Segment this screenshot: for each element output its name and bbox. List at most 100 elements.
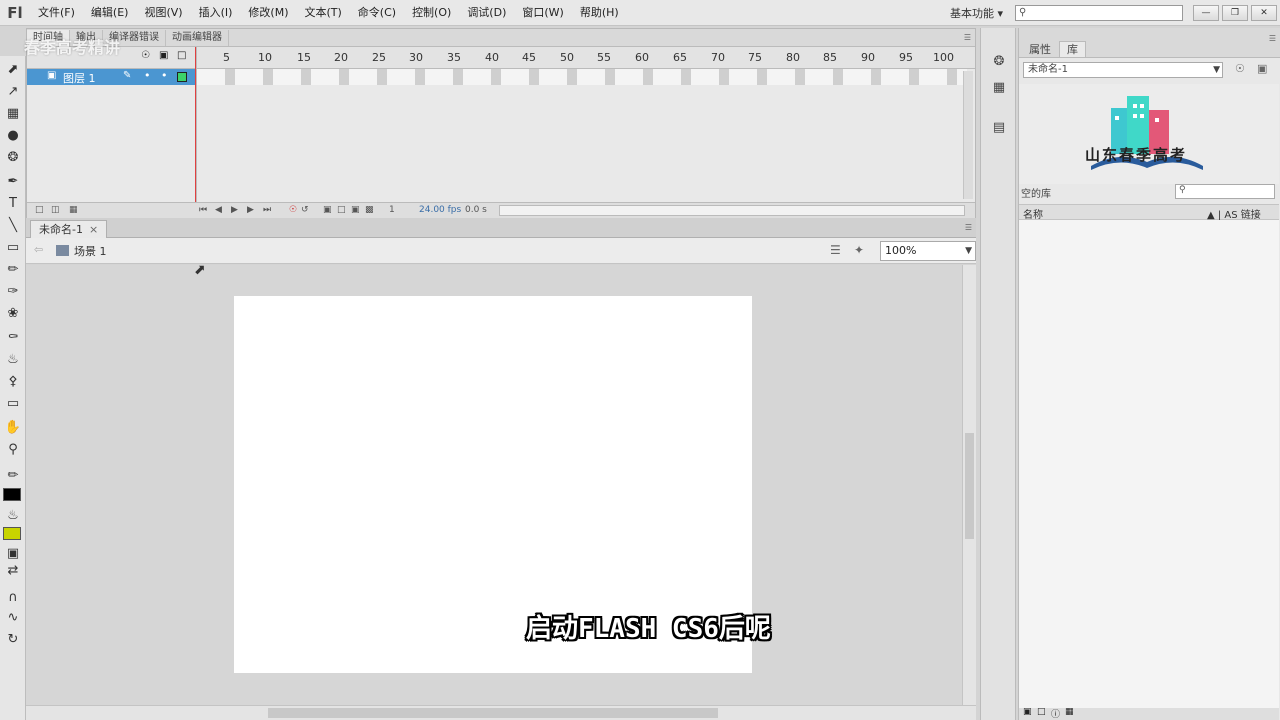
visible-dot-icon[interactable]: • [144,69,151,82]
delete-layer-icon[interactable]: ▦ [69,205,78,215]
pencil-tool-icon[interactable]: ✏ [3,260,23,278]
subselection-tool-icon[interactable]: ↗ [3,82,23,100]
rectangle-tool-icon[interactable]: ▭ [3,238,23,256]
text-tool-icon[interactable]: T [3,194,23,212]
bone-tool-icon[interactable]: ⚰ [3,328,23,346]
help-search-input[interactable]: ⚲ [1015,4,1183,21]
panel-menu-icon[interactable]: ☰ [965,223,972,232]
panel-menu-icon[interactable]: ☰ [1269,34,1276,43]
onion-outline-icon[interactable]: □ [337,205,346,215]
align-panel-icon[interactable]: ▤ [989,118,1009,136]
swatches-panel-icon[interactable]: ▦ [989,78,1009,96]
smooth-icon[interactable]: ∿ [3,608,23,626]
tab-motion-editor[interactable]: 动画编辑器 [166,30,229,46]
center-frame-icon[interactable]: ☉ [289,205,297,215]
menu-edit[interactable]: 编辑(E) [83,0,137,26]
menu-commands[interactable]: 命令(C) [350,0,404,26]
library-document-select[interactable]: 未命名-1 ▼ [1023,62,1223,78]
column-name[interactable]: 名称 [1023,206,1043,221]
color-panel-icon[interactable]: ❂ [989,52,1009,70]
close-window-button[interactable]: ✕ [1251,4,1277,21]
show-hide-icon[interactable]: ☉ [141,50,150,61]
onion-markers-icon[interactable]: ▩ [365,205,374,215]
pasteboard[interactable] [26,265,962,705]
menu-control[interactable]: 控制(O) [404,0,459,26]
lasso-tool-icon[interactable]: ❂ [3,148,23,166]
pin-library-icon[interactable]: ☉ [1235,62,1245,75]
document-tab[interactable]: 未命名-1 × [30,220,108,238]
back-arrow-icon[interactable]: ⇦ [34,243,43,256]
zoom-select[interactable]: 100% ▼ [880,241,976,261]
frame-rate[interactable]: 24.00 fps [419,205,461,215]
tab-properties[interactable]: 属性 [1021,41,1059,57]
last-frame-icon[interactable]: ⏭ [263,205,271,215]
menu-modify[interactable]: 修改(M) [240,0,296,26]
new-folder-icon[interactable]: □ [1037,707,1046,717]
workspace-switcher[interactable]: 基本功能 ▾ [950,5,1003,21]
unlock-dot-icon[interactable]: • [161,69,168,82]
snap-magnet-icon[interactable]: ∩ [3,588,23,606]
menu-help[interactable]: 帮助(H) [572,0,627,26]
new-layer-icon[interactable]: □ [35,205,44,215]
free-transform-tool-icon[interactable]: ▦ [3,104,23,122]
menu-text[interactable]: 文本(T) [296,0,349,26]
column-as-linkage[interactable]: ▲ | AS 链接 [1207,206,1261,221]
paint-bucket-tool-icon[interactable]: ♨ [3,350,23,368]
stage-vertical-scrollbar[interactable] [962,265,976,705]
outline-icon[interactable]: □ [177,50,186,61]
new-folder-icon[interactable]: ◫ [51,205,60,215]
stroke-color-swatch[interactable] [3,488,21,501]
black-white-icon[interactable]: ▣ [3,544,23,562]
zoom-tool-icon[interactable]: ⚲ [3,440,23,458]
panel-menu-icon[interactable]: ☰ [964,33,971,42]
menu-file[interactable]: 文件(F) [30,0,83,26]
restore-button[interactable]: ❐ [1222,4,1248,21]
fill-color-icon[interactable]: ♨ [3,506,23,524]
next-frame-icon[interactable]: ▶ [247,205,254,215]
straighten-icon[interactable]: ↻ [3,630,23,648]
edit-symbols-icon[interactable]: ✦ [854,243,872,259]
fill-color-swatch[interactable] [3,527,21,540]
loop-icon[interactable]: ↺ [301,205,309,215]
stroke-color-icon[interactable]: ✏ [3,466,23,484]
play-icon[interactable]: ▶ [231,205,238,215]
prev-frame-icon[interactable]: ◀ [215,205,222,215]
lock-icon[interactable]: ▣ [159,50,168,61]
deco-tool-icon[interactable]: ❀ [3,304,23,322]
close-icon[interactable]: × [89,223,98,236]
new-symbol-icon[interactable]: ▣ [1023,707,1032,717]
hand-tool-icon[interactable]: ✋ [3,418,23,436]
brush-tool-icon[interactable]: ✑ [3,282,23,300]
edit-multiple-icon[interactable]: ▣ [351,205,360,215]
first-frame-icon[interactable]: ⏮ [199,205,207,215]
scene-breadcrumb[interactable]: 场景 1 [56,243,107,259]
delete-icon[interactable]: ▦ [1065,707,1074,717]
scroll-thumb[interactable] [965,433,974,539]
tab-library[interactable]: 库 [1059,41,1086,57]
menu-view[interactable]: 视图(V) [136,0,190,26]
swap-colors-icon[interactable]: ⇄ [3,561,23,579]
scroll-thumb[interactable] [268,708,718,718]
minimize-button[interactable]: — [1193,4,1219,21]
properties-icon[interactable]: ⓘ [1051,707,1060,720]
layer-row-1[interactable]: ▣ 图层 1 ✎ • • [27,69,195,85]
line-tool-icon[interactable]: ╲ [3,216,23,234]
eraser-tool-icon[interactable]: ▭ [3,394,23,412]
layer-outline-color[interactable] [177,72,187,82]
menu-window[interactable]: 窗口(W) [514,0,571,26]
onion-skin-icon[interactable]: ▣ [323,205,332,215]
pen-tool-icon[interactable]: ✒ [3,172,23,190]
eyedropper-tool-icon[interactable]: ⚴ [3,372,23,390]
new-library-panel-icon[interactable]: ▣ [1257,62,1267,75]
menu-insert[interactable]: 插入(I) [191,0,241,26]
frames-row[interactable] [197,69,967,85]
stage-horizontal-scrollbar[interactable] [26,705,976,720]
edit-scene-icon[interactable]: ☰ [830,243,848,259]
playhead[interactable] [195,47,196,203]
selection-tool-icon[interactable]: ⬈ [3,60,23,78]
menu-debug[interactable]: 调试(D) [459,0,514,26]
3d-rotation-tool-icon[interactable]: ● [3,126,23,144]
library-search-input[interactable]: ⚲ [1175,184,1275,199]
timeline-horizontal-scrollbar[interactable] [499,205,965,216]
library-list[interactable] [1019,220,1279,708]
